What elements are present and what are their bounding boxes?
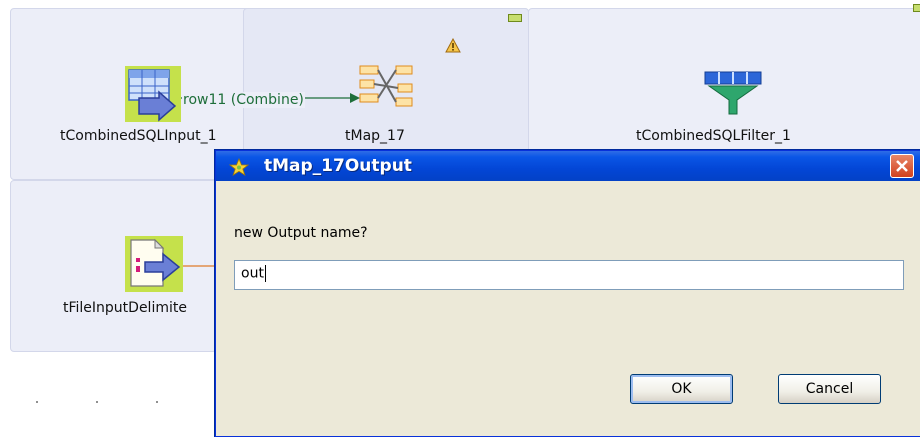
link-label[interactable]: row11 (Combine) — [182, 92, 305, 108]
component-label-input[interactable]: tCombinedSQLInput_1 — [60, 128, 216, 144]
warning-icon[interactable] — [445, 37, 461, 58]
component-label-tmap[interactable]: tMap_17 — [345, 128, 405, 144]
dialog-prompt: new Output name? — [234, 225, 368, 241]
funnel-filter-icon[interactable] — [703, 70, 763, 116]
output-name-value: out — [241, 265, 264, 282]
close-icon — [896, 160, 908, 172]
component-label-file-input[interactable]: tFileInputDelimite — [63, 300, 187, 316]
dialog-body: new Output name? out OK Cancel — [219, 181, 920, 433]
dialog-title: tMap_17Output — [264, 156, 412, 176]
text-caret — [264, 265, 266, 282]
close-button[interactable] — [890, 154, 914, 178]
component-label-filter[interactable]: tCombinedSQLFilter_1 — [636, 128, 791, 144]
table-input-icon[interactable] — [125, 66, 181, 122]
cancel-button[interactable]: Cancel — [778, 374, 881, 404]
dialog-titlebar[interactable]: tMap_17Output — [216, 151, 920, 181]
output-name-dialog: tMap_17Output new Output name? out OK Ca… — [215, 150, 920, 437]
ok-button[interactable]: OK — [630, 374, 733, 404]
tmap-icon[interactable] — [358, 62, 414, 112]
talend-star-icon — [228, 157, 250, 180]
file-input-icon[interactable] — [125, 236, 183, 292]
output-name-input[interactable]: out — [234, 260, 904, 290]
